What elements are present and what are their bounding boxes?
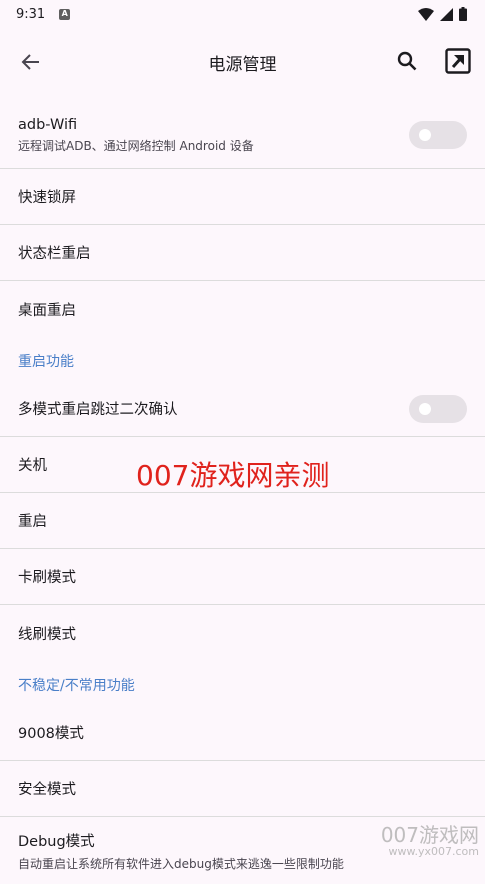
item-title: 卡刷模式 bbox=[18, 570, 76, 586]
item-title: 状态栏重启 bbox=[18, 246, 91, 262]
status-left: 9:31 A bbox=[16, 6, 71, 22]
item-title: 线刷模式 bbox=[18, 626, 76, 643]
item-title: 多模式重启跳过二次确认 bbox=[18, 402, 178, 418]
toggle-knob bbox=[419, 129, 431, 141]
item-subtitle: 远程调试ADB、通过网络控制 Android 设备 bbox=[18, 138, 254, 153]
item-title: 重启 bbox=[18, 514, 47, 530]
list-item-adb-wifi[interactable]: adb-Wifi 远程调试ADB、通过网络控制 Android 设备 bbox=[0, 102, 485, 169]
list-item-statusbar-restart[interactable]: 状态栏重启 bbox=[0, 225, 485, 281]
corner-watermark-brand: 007游戏网 bbox=[380, 823, 479, 847]
wifi-icon bbox=[418, 7, 434, 21]
skip-confirm-toggle[interactable] bbox=[409, 394, 467, 423]
adb-wifi-toggle[interactable] bbox=[409, 121, 467, 149]
open-external-button[interactable] bbox=[443, 46, 473, 76]
section-header-reboot: 重启功能 bbox=[18, 354, 74, 370]
notification-badge-icon: A bbox=[59, 8, 71, 20]
battery-icon bbox=[459, 7, 467, 21]
corner-watermark-url: www.yx007.com bbox=[388, 845, 479, 858]
list-item-fastboot[interactable]: 线刷模式 bbox=[0, 605, 485, 661]
list-item-skip-confirm[interactable]: 多模式重启跳过二次确认 bbox=[0, 381, 485, 437]
app-bar: 电源管理 bbox=[0, 32, 485, 88]
item-title: adb-Wifi bbox=[18, 116, 78, 133]
toggle-knob bbox=[419, 402, 431, 415]
watermark-text: 007游戏网亲测 bbox=[136, 459, 330, 492]
search-button[interactable] bbox=[390, 44, 424, 78]
search-icon bbox=[397, 51, 417, 71]
signal-icon bbox=[440, 7, 453, 21]
list-item-reboot[interactable]: 重启 bbox=[0, 493, 485, 549]
item-title: 桌面重启 bbox=[18, 302, 76, 319]
corner-watermark: 007游戏网 www.yx007.com bbox=[381, 824, 479, 858]
section-header-unstable: 不稳定/不常用功能 bbox=[18, 678, 135, 694]
list-item-quick-lock[interactable]: 快速锁屏 bbox=[0, 169, 485, 225]
list-item-9008[interactable]: 9008模式 bbox=[0, 705, 485, 761]
status-right bbox=[418, 7, 467, 21]
notification-badge-letter: A bbox=[61, 9, 68, 18]
open-in-new-icon bbox=[445, 48, 471, 74]
list-item-safe-mode[interactable]: 安全模式 bbox=[0, 761, 485, 817]
status-time: 9:31 bbox=[16, 6, 46, 22]
status-bar: 9:31 A bbox=[0, 0, 485, 28]
item-title: 安全模式 bbox=[18, 782, 76, 798]
list-item-recovery[interactable]: 卡刷模式 bbox=[0, 549, 485, 605]
item-title: 快速锁屏 bbox=[18, 190, 76, 206]
item-title: 9008模式 bbox=[18, 726, 84, 742]
list-item-launcher-restart[interactable]: 桌面重启 bbox=[0, 281, 485, 337]
